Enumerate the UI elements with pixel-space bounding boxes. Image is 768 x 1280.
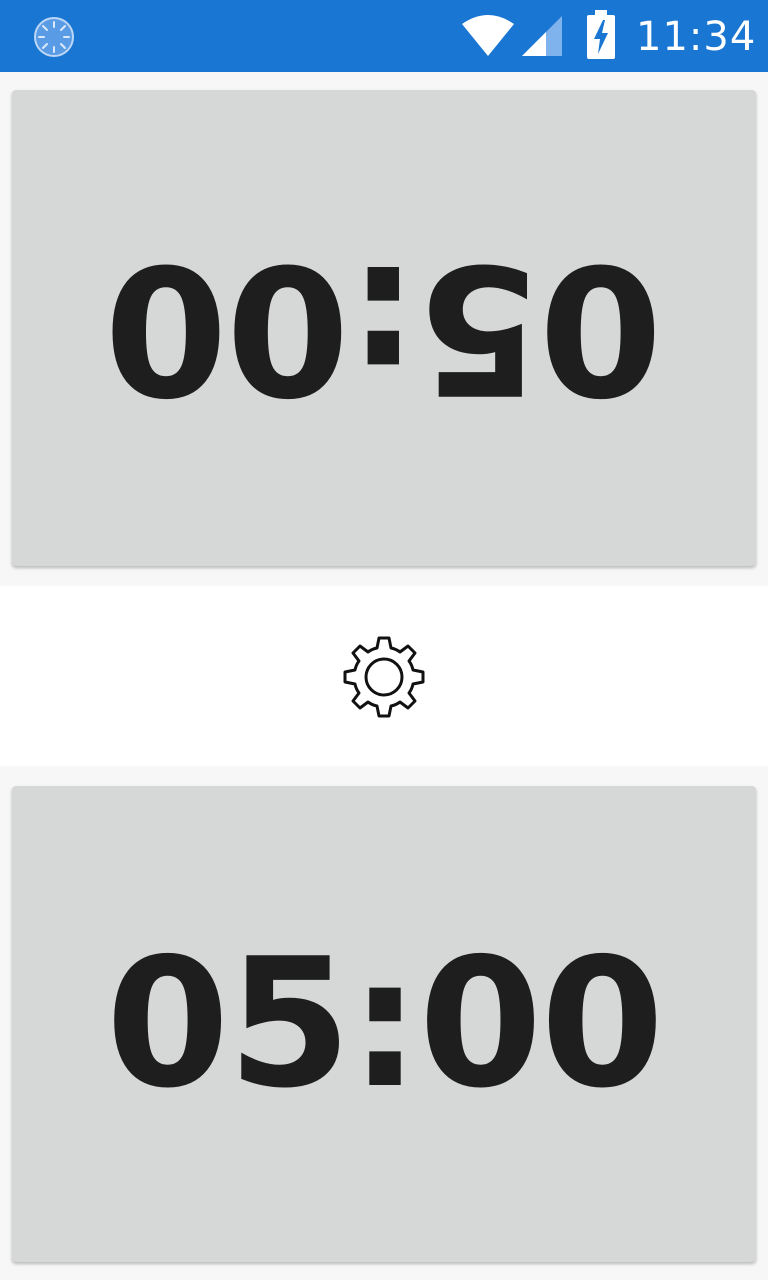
gear-icon[interactable]	[340, 634, 428, 722]
top-timer-panel[interactable]: 05:00	[12, 90, 756, 566]
signal-icon	[522, 16, 562, 56]
loading-icon	[34, 17, 74, 57]
wifi-icon	[462, 15, 514, 56]
top-timer-value: 05:00	[105, 225, 663, 432]
battery-charging-icon	[587, 10, 615, 59]
status-time: 11:34	[636, 14, 757, 60]
bottom-timer-panel[interactable]: 05:00	[12, 786, 756, 1262]
status-bar: 11:34	[0, 0, 768, 72]
bottom-timer-value: 05:00	[105, 920, 665, 1127]
